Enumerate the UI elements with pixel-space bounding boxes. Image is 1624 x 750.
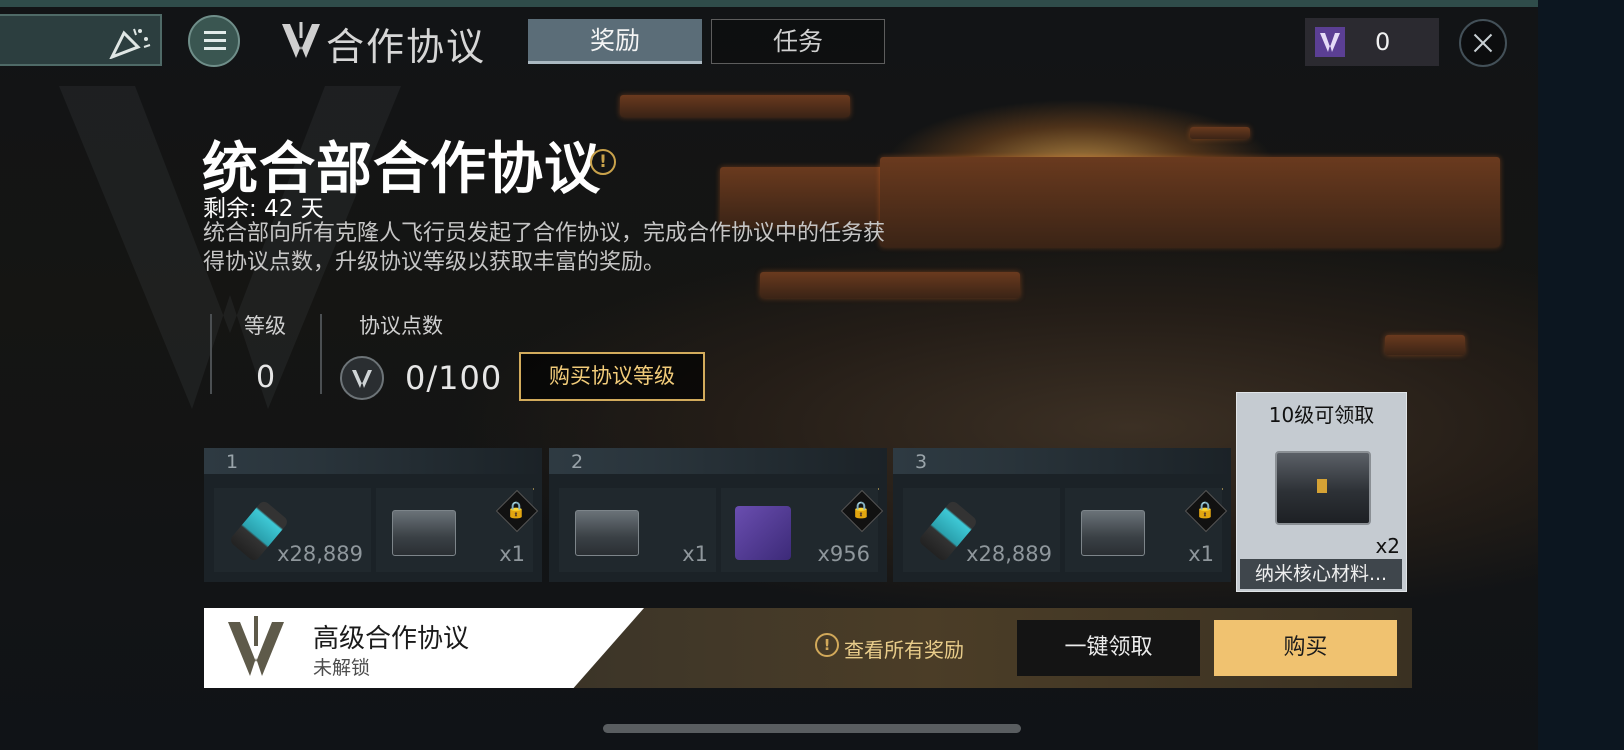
- reward-quantity: x1: [499, 542, 525, 566]
- premium-status: 未解锁: [313, 657, 371, 679]
- menu-button[interactable]: [188, 15, 240, 67]
- chest-icon: [1275, 451, 1371, 525]
- reward-quantity: x1: [1188, 542, 1214, 566]
- lock-icon: 🔒: [1195, 500, 1215, 519]
- chest-icon: [575, 510, 639, 556]
- claim-all-button[interactable]: 一键领取: [1017, 620, 1200, 676]
- lock-icon: 🔒: [506, 500, 526, 519]
- reward-quantity: x28,889: [277, 542, 363, 566]
- points-value: 0/100: [405, 359, 503, 397]
- ship-decoration: [1385, 335, 1465, 355]
- free-reward-slot[interactable]: x1: [559, 488, 716, 572]
- purple-card-icon: [735, 506, 791, 560]
- level-number: 2: [571, 451, 584, 473]
- party-popper-icon: [109, 28, 151, 59]
- menu-icon: [204, 47, 226, 50]
- reward-quantity: x28,889: [966, 542, 1052, 566]
- reward-quantity: x956: [817, 542, 870, 566]
- close-button[interactable]: [1459, 19, 1507, 67]
- level-value: 0: [256, 360, 276, 395]
- premium-protocol-banner: 高级合作协议 未解锁 ! 查看所有奖励 一键领取 购买: [204, 608, 1412, 688]
- chest-icon: [1081, 510, 1145, 556]
- event-shortcut-tab[interactable]: [0, 14, 162, 66]
- tab-tasks[interactable]: 任务: [711, 19, 885, 64]
- reward-level-card[interactable]: 1 x28,889 x1 🔒: [204, 448, 542, 582]
- page-title: 合作协议: [326, 25, 487, 69]
- tab-rewards[interactable]: 奖励: [528, 19, 702, 64]
- divider: [320, 314, 322, 394]
- protocol-token-icon: [1315, 27, 1345, 57]
- card-header: 3: [893, 448, 1231, 474]
- level-label: 等级: [244, 314, 286, 338]
- ship-decoration: [620, 95, 850, 117]
- milestone-item-name: 纳米核心材料...: [1240, 559, 1402, 589]
- milestone-title: 10级可领取: [1268, 403, 1375, 427]
- reward-quantity: x1: [682, 542, 708, 566]
- reward-level-card[interactable]: 2 x1 x956 🔒: [549, 448, 887, 582]
- divider: [210, 314, 212, 394]
- menu-icon: [204, 31, 226, 34]
- free-reward-slot[interactable]: x28,889: [214, 488, 371, 572]
- level-number: 1: [226, 451, 239, 473]
- protocol-points-icon: [340, 356, 384, 400]
- buy-button[interactable]: 购买: [1214, 620, 1397, 676]
- screen-margin: [1538, 0, 1624, 750]
- currency-value: 0: [1375, 28, 1391, 56]
- time-remaining: 剩余: 42 天: [203, 196, 324, 222]
- info-icon[interactable]: !: [590, 149, 616, 175]
- top-accent-bar: [0, 0, 1538, 7]
- card-header: 2: [549, 448, 887, 474]
- view-all-label: 查看所有奖励: [844, 638, 964, 662]
- free-reward-slot[interactable]: x28,889: [903, 488, 1060, 572]
- emblem-icon: [282, 22, 320, 58]
- milestone-quantity: x2: [1375, 534, 1400, 558]
- premium-emblem-icon: [228, 616, 284, 676]
- chest-icon: [392, 510, 456, 556]
- view-all-rewards-link[interactable]: ! 查看所有奖励: [815, 633, 964, 663]
- currency-counter: 0: [1305, 18, 1439, 66]
- points-label: 协议点数: [359, 314, 443, 338]
- ship-decoration: [880, 157, 1500, 247]
- protocol-description: 统合部向所有克隆人飞行员发起了合作协议，完成合作协议中的任务获得协议点数，升级协…: [203, 221, 886, 275]
- card-header: 1: [204, 448, 542, 474]
- milestone-reward-card[interactable]: 10级可领取 x2 纳米核心材料...: [1236, 392, 1407, 592]
- buy-level-button[interactable]: 购买协议等级: [519, 352, 705, 401]
- ship-decoration: [1190, 127, 1250, 139]
- premium-title: 高级合作协议: [313, 624, 470, 654]
- lock-icon: 🔒: [851, 500, 871, 519]
- info-icon: !: [815, 633, 839, 657]
- reward-level-card[interactable]: 3 x28,889 x1 🔒: [893, 448, 1231, 582]
- home-indicator[interactable]: [603, 724, 1021, 733]
- level-number: 3: [915, 451, 928, 473]
- menu-icon: [204, 39, 226, 42]
